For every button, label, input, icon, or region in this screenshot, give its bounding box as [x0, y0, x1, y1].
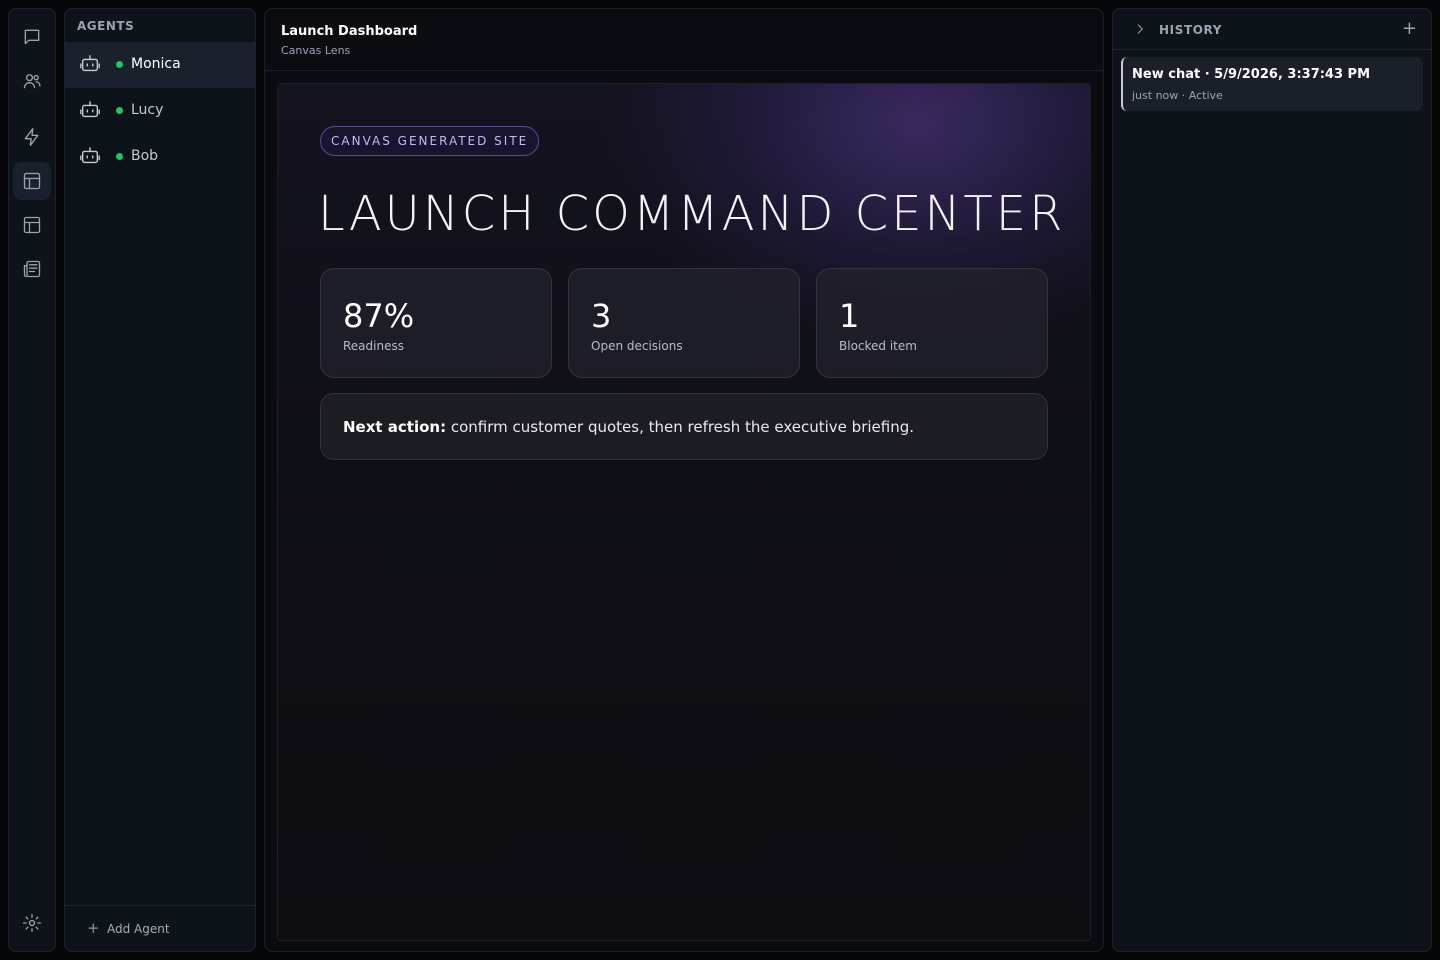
agent-item-lucy[interactable]: Lucy [65, 88, 255, 134]
chat-title: New chat · 5/9/2026, 3:37:43 PM [1132, 67, 1371, 82]
users-nav-button[interactable] [13, 62, 51, 100]
next-action-text: Next action: confirm customer quotes, th… [343, 418, 914, 436]
agent-name: Monica [131, 56, 181, 72]
history-item[interactable]: New chat · 5/9/2026, 3:37:43 PM just now… [1121, 57, 1423, 111]
newspaper-icon [23, 260, 41, 278]
history-panel: HISTORY + New chat · 5/9/2026, 3:37:43 P… [1112, 8, 1432, 952]
main-panel: Launch Dashboard Canvas Lens CANVAS GENE… [264, 8, 1104, 952]
main-header: Launch Dashboard Canvas Lens [265, 9, 1103, 71]
next-action-body: confirm customer quotes, then refresh th… [446, 418, 915, 436]
chat-nav-button[interactable] [13, 18, 51, 56]
history-header: HISTORY + [1113, 9, 1431, 50]
canvas-headline: LAUNCH COMMAND CENTER [318, 186, 1066, 242]
stat-label: Readiness [343, 339, 404, 353]
icon-rail [8, 8, 56, 952]
new-chat-button[interactable]: + [1402, 18, 1417, 39]
canvas-preview: CANVAS GENERATED SITE LAUNCH COMMAND CEN… [277, 83, 1091, 941]
news-nav-button[interactable] [13, 250, 51, 288]
agents-heading: AGENTS [77, 19, 135, 33]
robot-icon [79, 145, 101, 167]
stat-value: 87% [343, 297, 415, 335]
lightning-nav-button[interactable] [13, 118, 51, 156]
app-window: AGENTS Monica Lucy Bob + Add Agent Launc… [0, 0, 1440, 960]
stat-label: Open decisions [591, 339, 683, 353]
page-title: Launch Dashboard [281, 24, 418, 39]
canvas-nav-button[interactable] [13, 162, 51, 200]
add-agent-label: Add Agent [107, 922, 170, 936]
lightning-icon [24, 127, 39, 146]
page-subtitle: Canvas Lens [281, 44, 351, 57]
history-heading: HISTORY [1159, 23, 1223, 37]
add-agent-button[interactable]: + Add Agent [65, 905, 255, 951]
agent-item-monica[interactable]: Monica [65, 42, 255, 88]
layout-alt-icon [23, 216, 41, 234]
plus-icon: + [87, 919, 100, 937]
next-action-label: Next action: [343, 418, 447, 436]
robot-icon [79, 99, 101, 121]
agent-item-bob[interactable]: Bob [65, 134, 255, 180]
status-online-dot [116, 61, 123, 68]
status-online-dot [116, 107, 123, 114]
settings-button[interactable] [13, 904, 51, 942]
robot-icon [79, 53, 101, 75]
stat-label: Blocked item [839, 339, 917, 353]
gear-icon [23, 914, 41, 932]
agent-name: Bob [131, 148, 159, 164]
canvas-badge: CANVAS GENERATED SITE [320, 126, 540, 156]
stat-value: 3 [591, 297, 612, 335]
agents-sidebar: AGENTS Monica Lucy Bob + Add Agent [64, 8, 256, 952]
stat-card-readiness: 87% Readiness [320, 268, 552, 378]
layout-nav-button[interactable] [13, 206, 51, 244]
stat-card-blocked-item: 1 Blocked item [816, 268, 1048, 378]
status-online-dot [116, 153, 123, 160]
next-action-card: Next action: confirm customer quotes, th… [320, 393, 1048, 460]
layout-icon [23, 172, 41, 190]
chevron-right-icon[interactable] [1133, 21, 1147, 35]
agent-name: Lucy [131, 102, 164, 118]
stat-card-open-decisions: 3 Open decisions [568, 268, 800, 378]
users-icon [23, 74, 41, 89]
chat-icon [24, 29, 40, 45]
chat-meta: just now · Active [1132, 89, 1223, 102]
stat-value: 1 [839, 297, 860, 335]
